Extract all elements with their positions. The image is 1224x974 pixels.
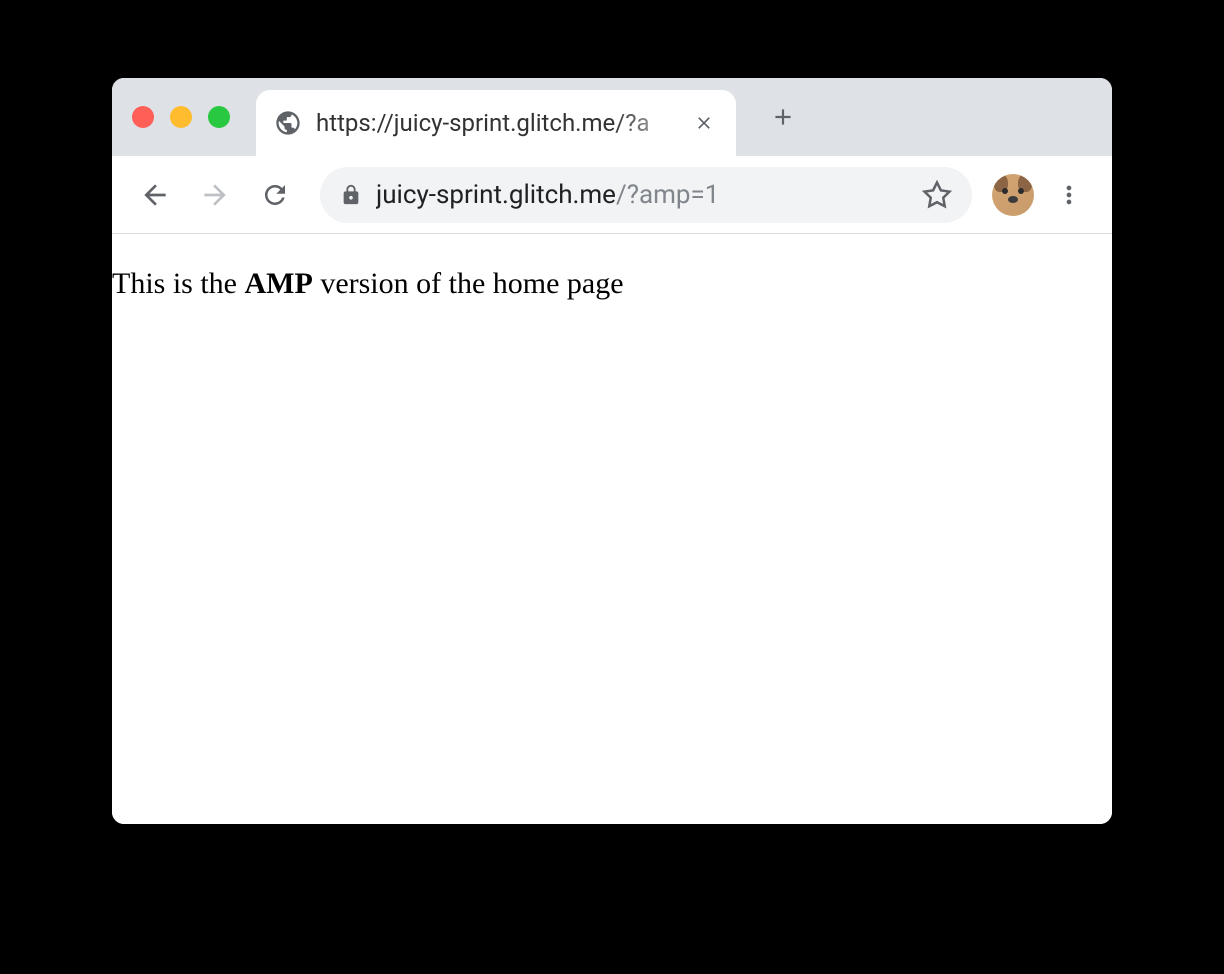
- browser-window: https://juicy-sprint.glitch.me/?a juicy-…: [112, 78, 1112, 824]
- window-maximize-button[interactable]: [208, 106, 230, 128]
- profile-avatar[interactable]: [992, 174, 1034, 216]
- window-minimize-button[interactable]: [170, 106, 192, 128]
- url-path: /?amp=1: [616, 180, 719, 210]
- bookmark-button[interactable]: [922, 180, 952, 210]
- body-text-prefix: This is the: [112, 267, 245, 300]
- new-tab-button[interactable]: [758, 92, 808, 142]
- menu-button[interactable]: [1044, 170, 1094, 220]
- tab-close-button[interactable]: [690, 109, 718, 137]
- url-text: juicy-sprint.glitch.me/?amp=1: [376, 180, 908, 210]
- address-bar[interactable]: juicy-sprint.glitch.me/?amp=1: [320, 167, 972, 223]
- back-button[interactable]: [130, 170, 180, 220]
- toolbar: juicy-sprint.glitch.me/?amp=1: [112, 156, 1112, 234]
- lock-icon: [340, 184, 362, 206]
- body-text-bold: AMP: [245, 267, 313, 300]
- body-text: This is the AMP version of the home page: [112, 264, 1112, 305]
- page-content: This is the AMP version of the home page: [112, 234, 1112, 824]
- reload-button[interactable]: [250, 170, 300, 220]
- forward-button[interactable]: [190, 170, 240, 220]
- tab-title: https://juicy-sprint.glitch.me/?a: [316, 109, 690, 137]
- dog-avatar-icon: [992, 174, 1034, 216]
- url-host: juicy-sprint.glitch.me: [376, 180, 616, 210]
- globe-icon: [274, 109, 302, 137]
- window-close-button[interactable]: [132, 106, 154, 128]
- tab-bar: https://juicy-sprint.glitch.me/?a: [112, 78, 1112, 156]
- body-text-suffix: version of the home page: [313, 267, 624, 300]
- browser-tab[interactable]: https://juicy-sprint.glitch.me/?a: [256, 90, 736, 156]
- window-controls: [132, 106, 230, 128]
